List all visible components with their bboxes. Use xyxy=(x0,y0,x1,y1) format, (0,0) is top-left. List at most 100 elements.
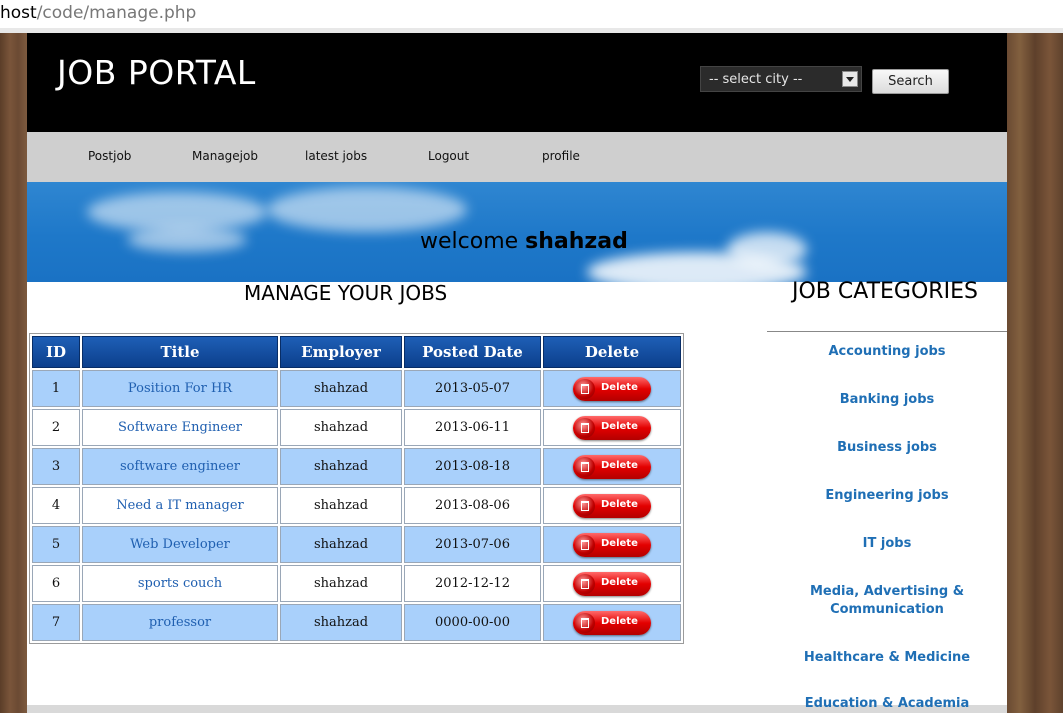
delete-button[interactable]: Delete xyxy=(573,415,651,440)
cloud-decoration xyxy=(727,232,807,267)
delete-button[interactable]: Delete xyxy=(573,571,651,596)
job-title-link[interactable]: Web Developer xyxy=(130,537,230,552)
cell-title: software engineer xyxy=(82,448,278,485)
delete-button[interactable]: Delete xyxy=(573,493,651,518)
job-title-link[interactable]: software engineer xyxy=(120,459,240,474)
table-row: 6 sports couch shahzad 2012-12-12 Delete xyxy=(32,565,681,602)
table-row: 4 Need a IT manager shahzad 2013-08-06 Delet… xyxy=(32,487,681,524)
cell-id: 2 xyxy=(32,409,80,446)
cell-delete: Delete xyxy=(543,448,681,485)
nav-profile[interactable]: profile xyxy=(542,149,580,163)
cell-title: Position For HR xyxy=(82,370,278,407)
table-header-row: ID Title Employer Posted Date Delete xyxy=(32,336,681,368)
chevron-down-icon[interactable] xyxy=(842,71,858,87)
cell-posted-date: 2013-05-07 xyxy=(404,370,541,407)
category-link[interactable]: Banking jobs xyxy=(767,391,1007,409)
trash-icon xyxy=(575,417,595,438)
delete-button[interactable]: Delete xyxy=(573,610,651,635)
delete-label: Delete xyxy=(601,537,638,549)
browser-address-bar[interactable]: host/code/manage.php xyxy=(0,0,1063,29)
category-link[interactable]: Media, Advertising & Communication xyxy=(767,583,1007,619)
cell-title: Need a IT manager xyxy=(82,487,278,524)
cell-employer: shahzad xyxy=(280,409,402,446)
category-link[interactable]: IT jobs xyxy=(767,535,1007,553)
table-row: 5 Web Developer shahzad 2013-07-06 Delete xyxy=(32,526,681,563)
cell-title: Software Engineer xyxy=(82,409,278,446)
delete-button[interactable]: Delete xyxy=(573,376,651,401)
delete-button[interactable]: Delete xyxy=(573,532,651,557)
column-header-delete: Delete xyxy=(543,336,681,368)
category-link[interactable]: Education & Academia xyxy=(767,695,1007,713)
job-title-link[interactable]: Need a IT manager xyxy=(116,498,243,513)
category-link[interactable]: Business jobs xyxy=(767,439,1007,457)
search-button[interactable]: Search xyxy=(872,69,949,94)
welcome-banner: welcome shahzad xyxy=(27,182,1007,282)
category-label: Education & Academia xyxy=(804,696,970,711)
trash-icon xyxy=(575,456,595,477)
category-label: IT jobs xyxy=(862,536,912,551)
category-link[interactable]: Healthcare & Medicine xyxy=(767,649,1007,667)
manage-jobs-title: MANAGE YOUR JOBS xyxy=(244,281,448,305)
cell-employer: shahzad xyxy=(280,448,402,485)
category-label: Accounting jobs xyxy=(828,344,946,359)
site-header: JOB PORTAL -- select city -- Search xyxy=(27,33,1007,132)
delete-label: Delete xyxy=(601,381,638,393)
cloud-decoration xyxy=(87,192,267,232)
job-title-link[interactable]: sports couch xyxy=(138,576,222,591)
table-row: 2 Software Engineer shahzad 2013-06-11 Delet… xyxy=(32,409,681,446)
delete-label: Delete xyxy=(601,498,638,510)
trash-icon xyxy=(575,495,595,516)
url-text[interactable]: host/code/manage.php xyxy=(0,3,196,23)
table-row: 7 professor shahzad 0000-00-00 Delete xyxy=(32,604,681,641)
delete-button[interactable]: Delete xyxy=(573,454,651,479)
trash-icon xyxy=(575,612,595,633)
cell-delete: Delete xyxy=(543,565,681,602)
job-categories-title: JOB CATEGORIES xyxy=(792,279,978,304)
column-header-title: Title xyxy=(82,336,278,368)
site-logo[interactable]: JOB PORTAL xyxy=(57,53,256,92)
column-header-posted-date: Posted Date xyxy=(404,336,541,368)
cell-employer: shahzad xyxy=(280,604,402,641)
nav-latest-jobs[interactable]: latest jobs xyxy=(305,149,367,163)
cell-delete: Delete xyxy=(543,487,681,524)
nav-postjob[interactable]: Postjob xyxy=(88,149,131,163)
column-header-id: ID xyxy=(32,336,80,368)
cell-posted-date: 2013-06-11 xyxy=(404,409,541,446)
cell-employer: shahzad xyxy=(280,526,402,563)
cell-id: 1 xyxy=(32,370,80,407)
cloud-decoration xyxy=(127,227,247,252)
cell-delete: Delete xyxy=(543,526,681,563)
job-title-link[interactable]: Software Engineer xyxy=(118,420,242,435)
cell-posted-date: 2013-08-06 xyxy=(404,487,541,524)
category-label: Business jobs xyxy=(837,440,937,455)
trash-icon xyxy=(575,534,595,555)
username: shahzad xyxy=(525,229,628,254)
nav-logout[interactable]: Logout xyxy=(428,149,469,163)
cell-title: sports couch xyxy=(82,565,278,602)
category-label: Healthcare & Medicine xyxy=(803,650,971,665)
category-link[interactable]: Engineering jobs xyxy=(767,487,1007,505)
job-title-link[interactable]: professor xyxy=(149,615,211,630)
cell-title: Web Developer xyxy=(82,526,278,563)
cell-posted-date: 0000-00-00 xyxy=(404,604,541,641)
cell-employer: shahzad xyxy=(280,370,402,407)
trash-icon xyxy=(575,573,595,594)
delete-label: Delete xyxy=(601,576,638,588)
delete-label: Delete xyxy=(601,459,638,471)
welcome-message: welcome shahzad xyxy=(420,229,628,254)
cell-posted-date: 2013-07-06 xyxy=(404,526,541,563)
category-link[interactable]: Accounting jobs xyxy=(767,343,1007,361)
category-label: Engineering jobs xyxy=(825,488,949,503)
cell-id: 6 xyxy=(32,565,80,602)
city-select[interactable]: -- select city -- xyxy=(700,66,862,92)
nav-managejob[interactable]: Managejob xyxy=(192,149,258,163)
job-title-link[interactable]: Position For HR xyxy=(128,381,232,396)
table-row: 1 Position For HR shahzad 2013-05-07 Delete xyxy=(32,370,681,407)
delete-label: Delete xyxy=(601,615,638,627)
cell-employer: shahzad xyxy=(280,565,402,602)
jobs-table: ID Title Employer Posted Date Delete 1 Po… xyxy=(29,333,684,644)
category-label: Media, Advertising & xyxy=(809,584,965,599)
cell-id: 4 xyxy=(32,487,80,524)
cell-employer: shahzad xyxy=(280,487,402,524)
cell-title: professor xyxy=(82,604,278,641)
